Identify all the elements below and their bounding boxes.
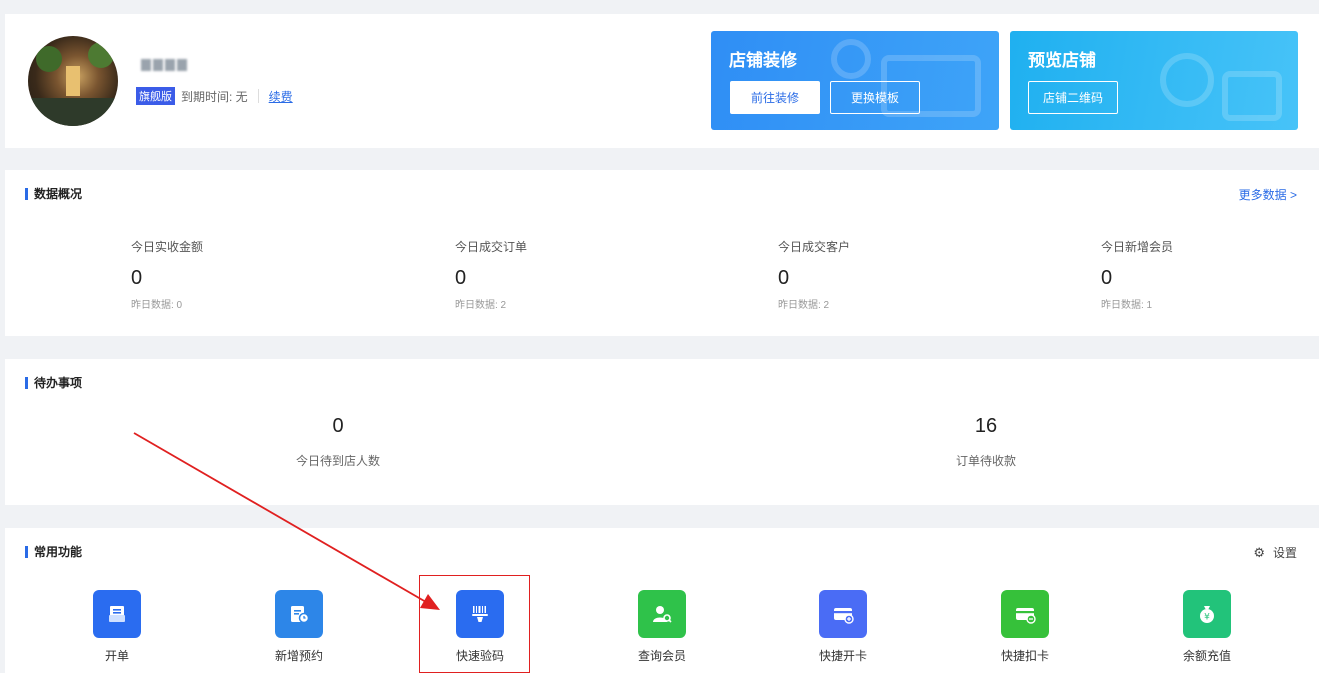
expiry-label: 到期时间: 无 [181,89,248,104]
recharge-icon: ¥ [1183,590,1231,638]
stat-yesterday: 昨日数据: 2 [778,300,830,311]
stat-label: 今日新增会员 [1101,240,1174,254]
shop-qrcode-button[interactable]: 店铺二维码 [1028,81,1118,114]
shop-info-card: 旗舰版 到期时间: 无 续费 店铺装修 前往装修 更换模板 预览店铺 店铺二维码 [5,14,1319,148]
todo-pending-payments[interactable]: 16 订单待收款 [886,415,1086,469]
data-overview-card: 数据概况 更多数据 > 今日实收金额 0 昨日数据: 0 今日成交订单 0 昨日… [5,170,1319,336]
func-query-member[interactable]: 查询会员 [617,590,707,664]
shop-decoration-panel: 店铺装修 前往装修 更换模板 [711,31,999,130]
divider [257,89,259,103]
order-icon [93,590,141,638]
stat-value: 0 [131,267,143,289]
func-label: 查询会员 [637,649,686,663]
more-data-link[interactable]: 更多数据 > [1239,186,1297,203]
stat-today-customers: 今日成交客户 0 昨日数据: 2 [778,238,850,311]
member-search-icon [638,590,686,638]
gear-icon: ⚙ [1253,544,1265,560]
todo-visitors-today[interactable]: 0 今日待到店人数 [238,415,438,469]
todo-card: 待办事项 0 今日待到店人数 16 订单待收款 [5,359,1319,505]
edition-badge: 旗舰版 [136,87,175,105]
shop-avatar [28,36,118,126]
appointment-icon [275,590,323,638]
shop-name-blurred [141,58,191,74]
data-overview-title: 数据概况 [25,185,82,202]
decor-shape [831,39,871,79]
decoration-title: 店铺装修 [729,51,797,70]
func-quick-deduct-card[interactable]: 快捷扣卡 [980,590,1070,664]
stat-today-orders: 今日成交订单 0 昨日数据: 2 [455,238,527,311]
shop-preview-panel: 预览店铺 店铺二维码 [1010,31,1298,130]
stat-yesterday: 昨日数据: 0 [131,300,183,311]
common-functions-card: 常用功能 ⚙ 设置 开单 新增预约 快速验码 查询会员 快捷开卡 快捷扣卡 ¥ … [5,528,1319,673]
renew-link[interactable]: 续费 [269,88,293,105]
stat-value: 0 [455,267,467,289]
func-balance-recharge[interactable]: ¥ 余额充值 [1162,590,1252,664]
func-label: 开单 [104,649,129,663]
go-decorate-button[interactable]: 前往装修 [730,81,820,114]
stat-label: 今日实收金额 [131,240,204,254]
func-label: 新增预约 [274,649,323,663]
func-label: 快捷扣卡 [1000,649,1049,663]
decor-shape [1222,71,1282,121]
stat-label: 今日成交订单 [455,240,528,254]
todo-value: 0 [332,415,344,437]
stat-today-revenue: 今日实收金额 0 昨日数据: 0 [131,238,203,311]
open-card-icon [819,590,867,638]
func-label: 余额充值 [1182,649,1231,663]
func-label: 快捷开卡 [818,649,867,663]
stat-value: 0 [1101,267,1113,289]
todo-title: 待办事项 [25,374,82,391]
change-template-button[interactable]: 更换模板 [830,81,920,114]
todo-value: 16 [974,415,998,437]
func-quick-open-card[interactable]: 快捷开卡 [798,590,888,664]
magnifier-decor-icon [1160,53,1214,107]
stat-label: 今日成交客户 [778,240,851,254]
preview-title: 预览店铺 [1028,51,1096,70]
stat-yesterday: 昨日数据: 2 [455,300,507,311]
settings-button[interactable]: ⚙ 设置 [1253,544,1297,561]
functions-title: 常用功能 [25,543,82,560]
shop-meta: 旗舰版 到期时间: 无 续费 [136,87,293,105]
svg-text:¥: ¥ [1204,613,1210,623]
func-new-appointment[interactable]: 新增预约 [254,590,344,664]
func-quick-verify-code[interactable]: 快速验码 [435,590,525,664]
todo-label: 今日待到店人数 [295,454,380,468]
todo-label: 订单待收款 [955,454,1016,468]
stat-new-members: 今日新增会员 0 昨日数据: 1 [1101,238,1173,311]
scan-code-icon [456,590,504,638]
settings-label: 设置 [1272,546,1297,560]
func-label: 快速验码 [455,649,504,663]
stat-yesterday: 昨日数据: 1 [1101,300,1153,311]
stat-value: 0 [778,267,790,289]
func-open-order[interactable]: 开单 [72,590,162,664]
deduct-card-icon [1001,590,1049,638]
